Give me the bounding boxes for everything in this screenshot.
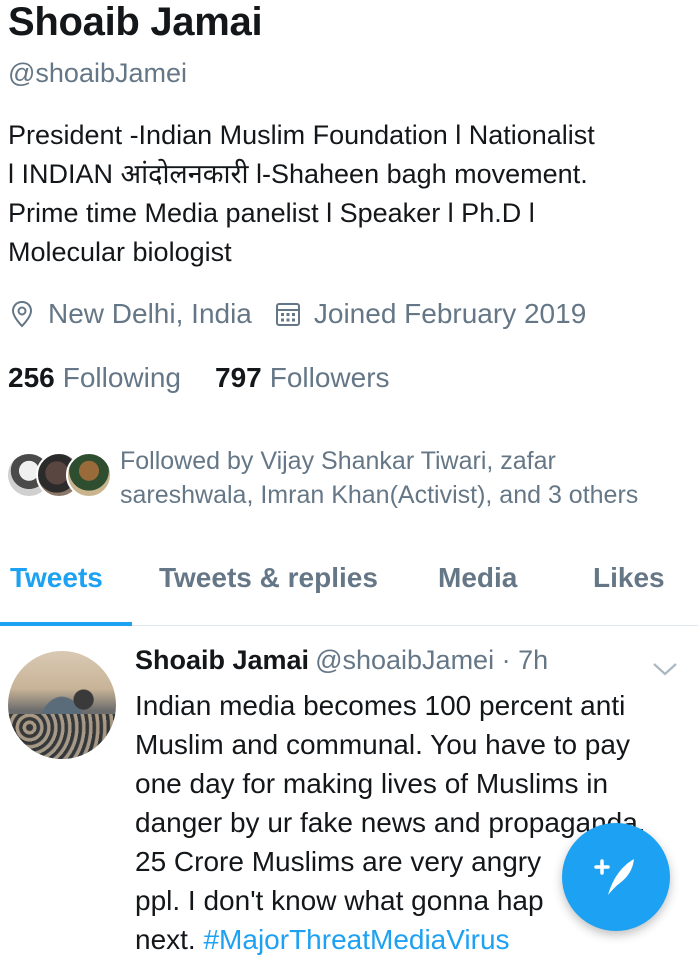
profile-joined: Joined February 2019 xyxy=(313,298,587,329)
followed-by-text: Followed by Vijay Shankar Tiwari, zafar … xyxy=(120,444,680,512)
profile-handle: @shoaibJamei xyxy=(8,58,187,88)
tweet-header: Shoaib Jamai @shoaibJamei · 7h xyxy=(135,645,548,676)
avatar xyxy=(66,452,112,498)
hashtag-link[interactable]: #MajorThreatMediaVirus xyxy=(203,924,509,955)
bio-line: Molecular biologist xyxy=(8,237,232,267)
followed-by-avatars xyxy=(6,452,116,502)
profile-name: Shoaib Jamai xyxy=(8,0,263,44)
tweet-author-handle: @shoaibJamei · 7h xyxy=(315,645,549,675)
tweet-line: Muslim and communal. You have to pay xyxy=(135,729,630,760)
followers-count[interactable]: 797 Followers xyxy=(215,362,390,394)
profile-meta: New Delhi, India Joined February 2019 xyxy=(8,298,586,330)
tweet-author-name[interactable]: Shoaib Jamai xyxy=(135,645,309,675)
tweet-line: one day for making lives of Muslims in xyxy=(135,768,609,799)
tweet-line: Indian media becomes 100 percent anti xyxy=(135,690,626,721)
bio-line: l INDIAN आंदोलनकारी l-Shaheen bagh movem… xyxy=(8,159,588,189)
followed-by-line: sareshwala, Imran Khan(Activist), and 3 … xyxy=(120,481,639,509)
bio-line: Prime time Media panelist l Speaker l Ph… xyxy=(8,198,535,228)
avatar[interactable] xyxy=(8,651,116,759)
location-pin-icon xyxy=(8,298,36,330)
profile-counts: 256 Following 797 Followers xyxy=(8,362,390,394)
followed-by-line: Followed by Vijay Shankar Tiwari, zafar xyxy=(120,447,556,475)
tab-likes[interactable]: Likes xyxy=(593,562,665,594)
compose-tweet-icon xyxy=(586,845,646,910)
following-count[interactable]: 256 Following xyxy=(8,362,181,394)
profile-location: New Delhi, India xyxy=(48,298,252,329)
calendar-icon xyxy=(274,298,302,330)
chevron-down-icon[interactable] xyxy=(652,659,678,679)
followers-number: 797 xyxy=(215,362,262,393)
profile-tabs: Tweets Tweets & replies Media Likes xyxy=(0,556,698,626)
compose-tweet-button[interactable] xyxy=(562,823,670,931)
tab-tweets-replies[interactable]: Tweets & replies xyxy=(159,562,378,594)
following-number: 256 xyxy=(8,362,55,393)
followers-label: Followers xyxy=(269,362,390,393)
following-label: Following xyxy=(62,362,181,393)
bio-line: President -Indian Muslim Foundation l Na… xyxy=(8,120,595,150)
tweet-line-text: next. xyxy=(135,924,196,955)
tab-tweets[interactable]: Tweets xyxy=(10,562,103,594)
active-tab-indicator xyxy=(0,622,132,626)
tab-media[interactable]: Media xyxy=(438,562,517,594)
profile-bio: President -Indian Muslim Foundation l Na… xyxy=(8,116,688,272)
